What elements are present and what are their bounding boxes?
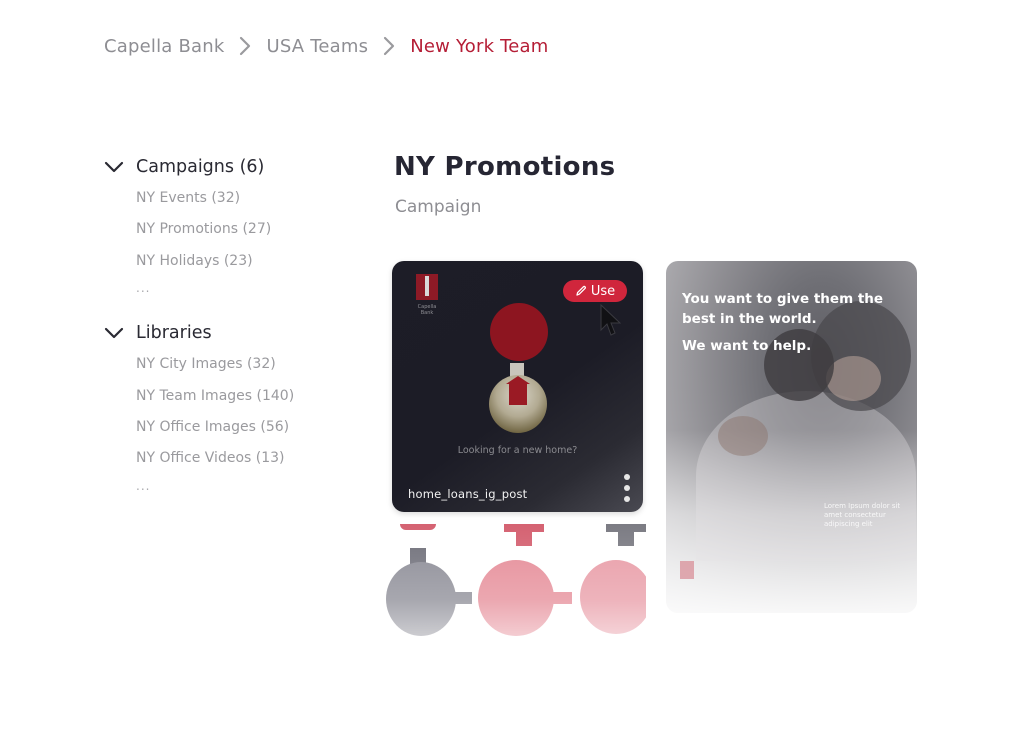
breadcrumb-item-usa-teams[interactable]: USA Teams <box>266 36 368 57</box>
photo-figure <box>718 416 768 456</box>
faded-graphic <box>504 524 544 532</box>
breadcrumb-item-capella-bank[interactable]: Capella Bank <box>104 36 224 57</box>
chevron-right-icon <box>378 34 400 58</box>
asset-card-home-loans[interactable]: Capella Bank Looking for a new home? Use… <box>392 261 643 512</box>
sidebar-section-campaigns: Campaigns (6) NY Events (32) NY Promotio… <box>104 154 334 302</box>
asset-card-family-photo[interactable]: You want to give them the best in the wo… <box>666 261 917 613</box>
sidebar: Campaigns (6) NY Events (32) NY Promotio… <box>104 154 334 500</box>
campaigns-title: Campaigns (6) <box>136 157 265 177</box>
libraries-list: NY City Images (32) NY Team Images (140)… <box>104 354 334 500</box>
house-icon <box>506 376 530 405</box>
breadcrumb: Capella Bank USA Teams New York Team <box>104 34 549 58</box>
chevron-right-icon <box>234 34 256 58</box>
mouse-cursor-icon <box>600 304 622 336</box>
more-options-icon[interactable] <box>621 474 633 502</box>
use-button-label: Use <box>590 283 616 299</box>
sidebar-item-ny-office-videos[interactable]: NY Office Videos (13) <box>136 448 334 479</box>
red-circle-graphic <box>490 303 548 361</box>
photo-subheadline: We want to help. <box>682 338 812 354</box>
page-subtitle: Campaign <box>395 197 482 217</box>
faded-graphic <box>546 592 572 604</box>
faded-graphic <box>618 530 634 546</box>
sidebar-item-ny-holidays[interactable]: NY Holidays (23) <box>136 251 334 282</box>
faded-card-row <box>386 520 646 720</box>
sidebar-item-ny-team-images[interactable]: NY Team Images (140) <box>136 386 334 417</box>
card-caption: Looking for a new home? <box>457 445 578 456</box>
faded-graphic <box>580 560 646 634</box>
faded-graphic <box>606 524 646 532</box>
faded-graphic <box>446 592 472 604</box>
libraries-title: Libraries <box>136 323 212 344</box>
chevron-down-icon <box>104 161 124 173</box>
faded-graphic <box>516 530 532 546</box>
faded-graphic <box>410 548 426 570</box>
photo-body-text: Lorem Ipsum dolor sit amet consectetur a… <box>824 502 901 528</box>
use-button[interactable]: Use <box>563 280 627 302</box>
faded-graphic <box>386 562 456 636</box>
pencil-icon <box>576 285 586 296</box>
campaigns-more[interactable]: ... <box>136 282 334 302</box>
brand-logo: Capella Bank <box>416 274 438 316</box>
sidebar-section-libraries: Libraries NY City Images (32) NY Team Im… <box>104 320 334 500</box>
faded-graphic <box>400 524 436 530</box>
sidebar-item-ny-city-images[interactable]: NY City Images (32) <box>136 354 334 385</box>
photo-figure <box>826 356 881 401</box>
libraries-more[interactable]: ... <box>136 480 334 500</box>
campaigns-toggle[interactable]: Campaigns (6) <box>104 154 334 180</box>
sidebar-item-ny-events[interactable]: NY Events (32) <box>136 188 334 219</box>
asset-filename: home_loans_ig_post <box>408 487 528 501</box>
photo-headline: You want to give them the best in the wo… <box>682 291 884 327</box>
breadcrumb-item-new-york-team: New York Team <box>410 35 549 57</box>
brand-logo <box>680 561 694 579</box>
chevron-down-icon <box>104 328 124 339</box>
libraries-toggle[interactable]: Libraries <box>104 320 334 346</box>
house-bulb-graphic <box>489 375 547 433</box>
campaigns-list: NY Events (32) NY Promotions (27) NY Hol… <box>104 188 334 302</box>
sidebar-item-ny-promotions[interactable]: NY Promotions (27) <box>136 219 334 250</box>
faded-graphic <box>478 560 554 636</box>
photo-figure <box>696 391 916 561</box>
sidebar-item-ny-office-images[interactable]: NY Office Images (56) <box>136 417 334 448</box>
page-title: NY Promotions <box>394 152 616 182</box>
page: Capella Bank USA Teams New York Team Cam… <box>0 0 1024 745</box>
